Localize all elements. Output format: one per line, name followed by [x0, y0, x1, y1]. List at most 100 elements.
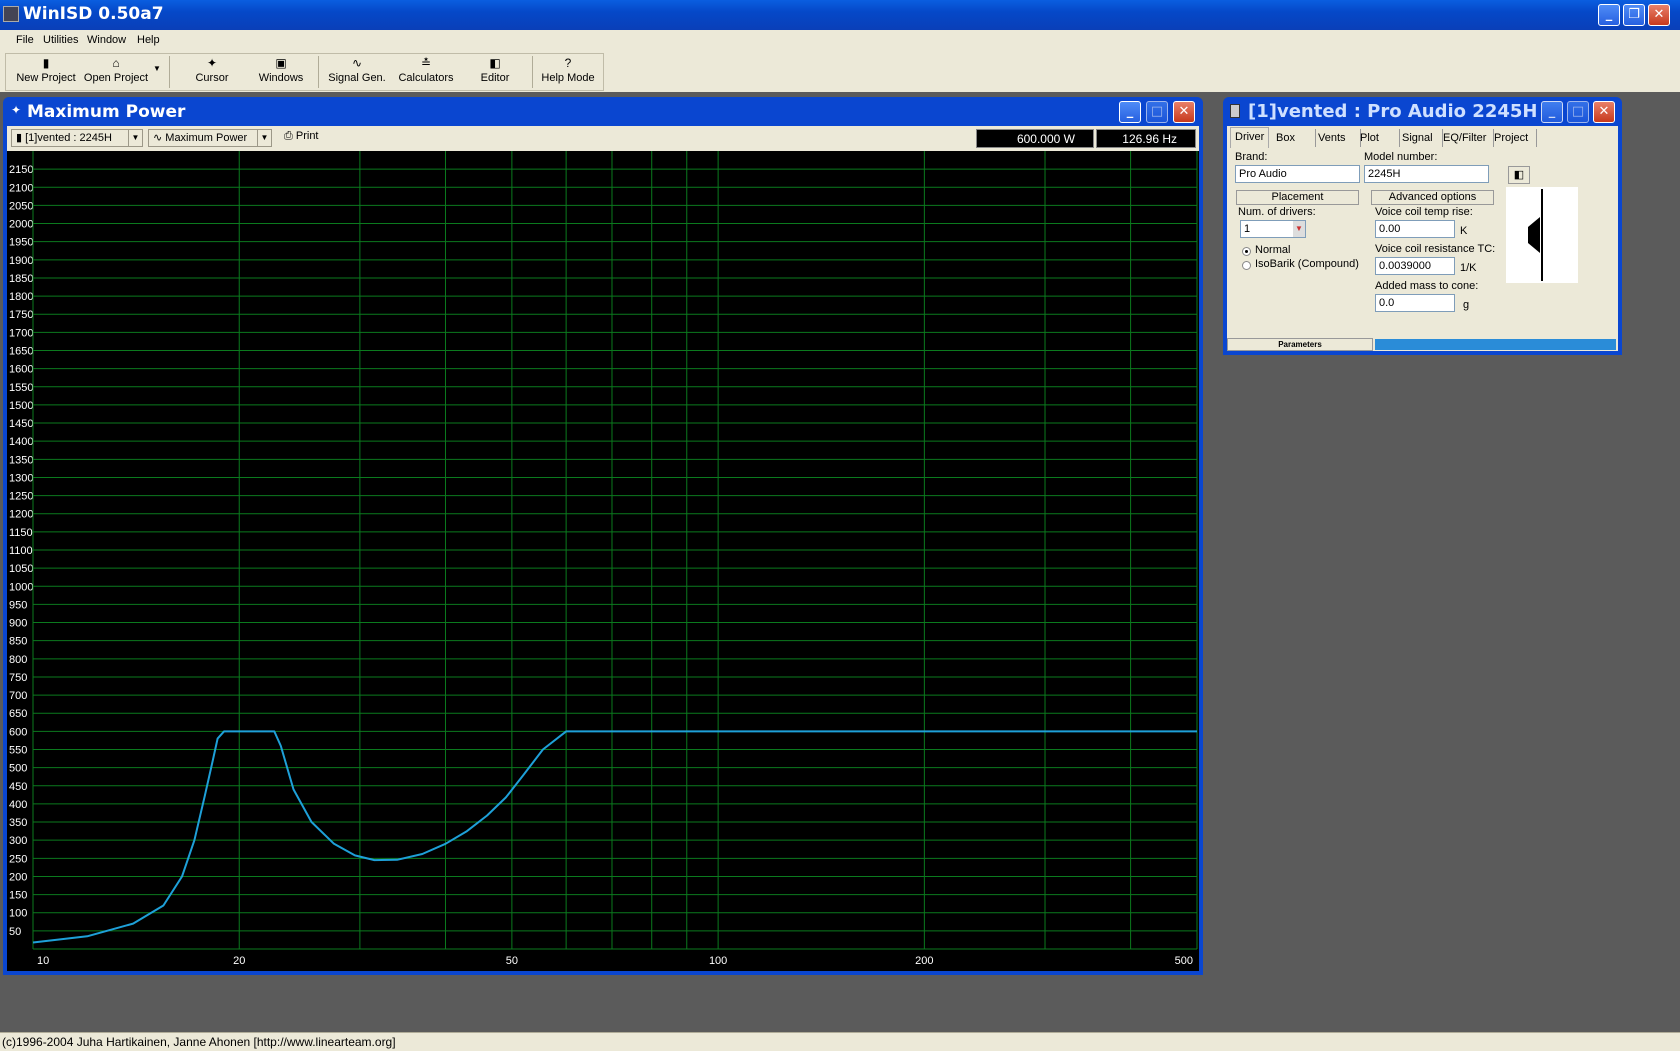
- app-icon[interactable]: [3, 6, 19, 22]
- editor-icon: ◧: [489, 56, 501, 70]
- y-tick-label: 1650: [9, 346, 33, 358]
- driver-close-button[interactable]: ✕: [1593, 101, 1615, 123]
- vc-temp-field[interactable]: 0.00: [1375, 220, 1455, 238]
- plot-minimize-button[interactable]: _: [1119, 101, 1141, 123]
- y-tick-label: 1150: [9, 527, 33, 539]
- maximum-power-titlebar[interactable]: ✦ Maximum Power _ □ ✕: [3, 97, 1203, 126]
- y-tick-label: 150: [9, 890, 27, 902]
- model-label: Model number:: [1364, 151, 1438, 163]
- y-tick-label: 600: [9, 726, 27, 738]
- open-project-button[interactable]: ⌂ Open Project: [82, 54, 150, 90]
- close-button[interactable]: ✕: [1648, 4, 1670, 26]
- y-tick-label: 1750: [9, 309, 33, 321]
- status-text: (c)1996-2004 Juha Hartikainen, Janne Aho…: [2, 1035, 396, 1049]
- y-tick-label: 1400: [9, 436, 33, 448]
- driver-window: [1]vented : Pro Audio 2245H _ □ ✕ Driver…: [1223, 97, 1622, 355]
- menu-window[interactable]: Window: [87, 34, 126, 46]
- graph-type-combo[interactable]: ∿ Maximum Power ▼: [148, 129, 272, 147]
- parameters-tab[interactable]: Parameters: [1227, 338, 1373, 351]
- tab-driver[interactable]: Driver: [1230, 127, 1270, 148]
- y-tick-label: 1850: [9, 273, 33, 285]
- vc-res-field[interactable]: 0.0039000: [1375, 257, 1455, 275]
- brand-field[interactable]: Pro Audio: [1235, 165, 1360, 183]
- driver-maximize-button[interactable]: □: [1567, 101, 1589, 123]
- y-tick-label: 2150: [9, 164, 33, 176]
- y-tick-label: 1900: [9, 255, 33, 267]
- chevron-down-icon[interactable]: ▼: [257, 130, 271, 146]
- y-tick-label: 300: [9, 835, 27, 847]
- windows-button[interactable]: ▣ Windows: [250, 54, 312, 90]
- editor-button[interactable]: ◧ Editor: [462, 54, 528, 90]
- calculators-icon: ≛: [420, 56, 432, 70]
- tab-signal[interactable]: Signal: [1398, 129, 1443, 147]
- x-tick-label: 50: [506, 955, 518, 967]
- driver-title: [1]vented : Pro Audio 2245H: [1248, 101, 1538, 122]
- isobarik-radio[interactable]: [1242, 261, 1251, 270]
- y-tick-label: 50: [9, 926, 21, 938]
- pin-icon[interactable]: ✦: [11, 103, 21, 117]
- y-tick-label: 850: [9, 636, 27, 648]
- chevron-down-icon[interactable]: ▼: [128, 130, 142, 146]
- help-mode-button[interactable]: ? Help Mode: [538, 54, 598, 90]
- y-tick-label: 800: [9, 654, 27, 666]
- vc-temp-label: Voice coil temp rise:: [1375, 206, 1473, 218]
- x-tick-label: 500: [1175, 955, 1193, 967]
- driver-titlebar[interactable]: [1]vented : Pro Audio 2245H _ □ ✕: [1223, 97, 1622, 126]
- y-tick-label: 1250: [9, 491, 33, 503]
- menu-help[interactable]: Help: [137, 34, 160, 46]
- tab-vents[interactable]: Vents: [1314, 129, 1361, 147]
- brand-label: Brand:: [1235, 151, 1268, 163]
- y-tick-label: 100: [9, 908, 27, 920]
- mass-field[interactable]: 0.0: [1375, 294, 1455, 312]
- signal-gen-button[interactable]: ∿ Signal Gen.: [322, 54, 392, 90]
- windows-icon: ▣: [275, 56, 287, 70]
- y-tick-label: 1500: [9, 400, 33, 412]
- app-titlebar: WinISD 0.50a7 _ ❐ ✕: [0, 0, 1680, 30]
- y-tick-label: 1000: [9, 581, 33, 593]
- y-tick-label: 550: [9, 745, 27, 757]
- open-folder-icon: ⌂: [112, 56, 120, 70]
- new-project-button[interactable]: ▮ New Project: [14, 54, 78, 90]
- y-tick-label: 200: [9, 871, 27, 883]
- y-tick-label: 2000: [9, 219, 33, 231]
- tab-eq-filter[interactable]: EQ/Filter: [1439, 129, 1494, 147]
- tab-plot[interactable]: Plot: [1356, 129, 1400, 147]
- calculators-button[interactable]: ≛ Calculators: [394, 54, 458, 90]
- x-tick-label: 100: [709, 955, 727, 967]
- menu-utilities[interactable]: Utilities: [43, 34, 78, 46]
- tab-box[interactable]: Box: [1272, 129, 1316, 147]
- driver-browse-button[interactable]: ◧: [1508, 166, 1530, 184]
- minimize-button[interactable]: _: [1598, 4, 1620, 26]
- restore-button[interactable]: ❐: [1623, 4, 1645, 26]
- project-combo[interactable]: ▮ [1]vented : 2245H ▼: [11, 129, 143, 147]
- plot-close-button[interactable]: ✕: [1173, 101, 1195, 123]
- chevron-down-icon[interactable]: ▼: [1293, 221, 1305, 237]
- print-button[interactable]: ⎙ Print: [284, 130, 319, 143]
- app-title: WinISD 0.50a7: [23, 4, 164, 24]
- vc-temp-unit: K: [1460, 225, 1468, 237]
- max-power-curve: [32, 730, 1197, 944]
- printer-icon: ⎙: [284, 130, 293, 142]
- driver-minimize-button[interactable]: _: [1541, 101, 1563, 123]
- y-tick-label: 1700: [9, 327, 33, 339]
- status-bar: (c)1996-2004 Juha Hartikainen, Janne Aho…: [0, 1032, 1680, 1051]
- x-tick-label: 200: [915, 955, 933, 967]
- y-tick-label: 500: [9, 763, 27, 775]
- vc-res-label: Voice coil resistance TC:: [1375, 243, 1496, 255]
- menu-file[interactable]: File: [16, 34, 34, 46]
- maximum-power-window: ✦ Maximum Power _ □ ✕ ▮ [1]vented : 2245…: [3, 97, 1203, 975]
- y-tick-label: 650: [9, 708, 27, 720]
- maximum-power-chart[interactable]: 50 100 150 200 250 300 350 400 450 500 550 600 650 70…: [7, 151, 1199, 971]
- open-project-dropdown[interactable]: ▼: [152, 54, 162, 90]
- y-tick-label: 1450: [9, 418, 33, 430]
- plot-toolbar: ▮ [1]vented : 2245H ▼ ∿ Maximum Power ▼ …: [7, 126, 1199, 150]
- cursor-button[interactable]: ✦ Cursor: [182, 54, 242, 90]
- plot-maximize-button[interactable]: □: [1146, 101, 1168, 123]
- tab-project[interactable]: Project: [1490, 129, 1537, 147]
- parameters-progress: [1375, 339, 1616, 350]
- vc-res-unit: 1/K: [1460, 262, 1477, 274]
- model-field[interactable]: 2245H: [1364, 165, 1489, 183]
- num-drivers-field[interactable]: 1 ▼: [1240, 220, 1306, 238]
- normal-radio[interactable]: [1242, 247, 1251, 256]
- y-tick-label: 450: [9, 781, 27, 793]
